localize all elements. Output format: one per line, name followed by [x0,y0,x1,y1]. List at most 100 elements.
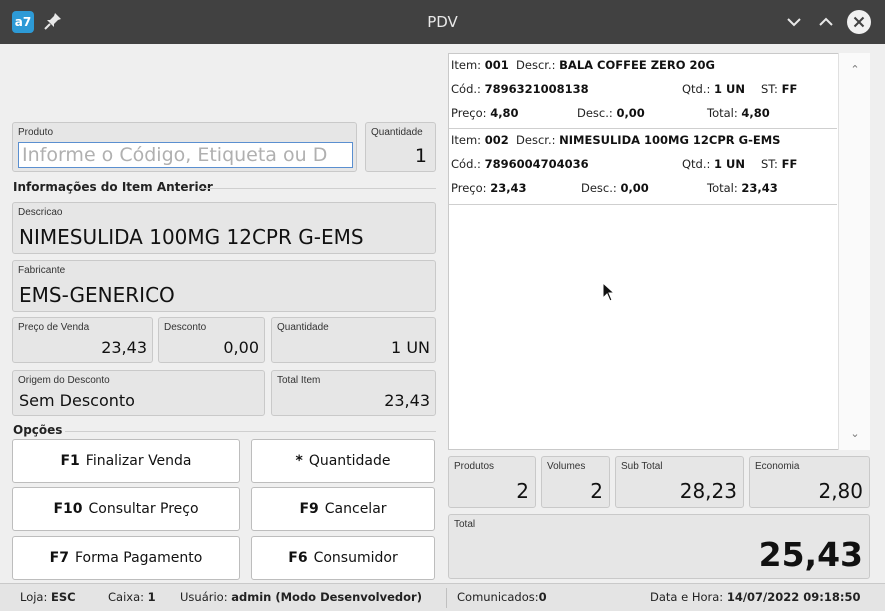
economia-value: 2,80 [818,479,863,503]
desconto-value: 0,00 [223,338,259,357]
quantidade-anterior-value: 1 UN [391,338,430,357]
origem-desconto-box: Origem do Desconto Sem Desconto [12,370,265,416]
quantidade-button[interactable]: * Quantidade [251,439,435,483]
finalizar-venda-button[interactable]: F1 Finalizar Venda [12,439,240,483]
item-description: NIMESULIDA 100MG 12CPR G-EMS [559,133,781,147]
origem-desconto-label: Origem do Desconto [18,375,110,386]
cod-label: Cód.: [451,157,481,171]
list-item[interactable]: Item: 001 Descr.: BALA COFFEE ZERO 20G C… [449,54,837,128]
window-title: PDV [427,13,458,31]
total-value: 25,43 [758,535,863,574]
consumidor-key: F6 [288,550,308,566]
forma-pagamento-key: F7 [49,550,69,566]
item-total: 23,43 [741,181,778,195]
chevron-down-icon[interactable] [782,10,806,34]
desc-label: Desc.: [581,181,617,195]
quantidade-label: Quantidade [371,127,423,138]
qtd-label: Qtd.: [682,82,711,96]
comunicados-label: Comunicados: [457,590,539,604]
fabricante-value: EMS-GENERICO [19,283,175,307]
caixa-label: Caixa: [108,590,144,604]
chevron-up-icon[interactable] [814,10,838,34]
item-number: 002 [484,133,509,147]
item-divider [449,204,837,205]
produto-search-input[interactable] [18,142,353,168]
item-divider [449,128,837,129]
status-caixa: Caixa: 1 [108,590,156,604]
volumes-label: Volumes [547,461,586,472]
descricao-value: NIMESULIDA 100MG 12CPR G-EMS [19,225,364,249]
preco-venda-value: 23,43 [101,338,147,357]
produto-field: Produto [12,122,357,172]
item-qtd: 1 UN [714,82,746,96]
forma-pagamento-button[interactable]: F7 Forma Pagamento [12,536,240,580]
item-st: FF [781,157,798,171]
qtd-label: Qtd.: [682,157,711,171]
items-scrollbar[interactable]: ⌃ ⌄ [838,53,870,450]
close-icon [853,16,865,28]
item-code: 7896004704036 [484,157,589,171]
status-comunicados[interactable]: Comunicados:0 [457,590,547,604]
fabricante-box: Fabricante EMS-GENERICO [12,260,436,312]
comunicados-value: 0 [538,590,547,604]
consultar-preco-button[interactable]: F10 Consultar Preço [12,487,240,531]
loja-label: Loja: [20,590,48,604]
st-label: ST: [761,157,778,171]
item-description: BALA COFFEE ZERO 20G [559,58,715,72]
item-desc: 0,00 [616,106,645,120]
subtotal-value: 28,23 [679,479,737,503]
quantidade-anterior-box: Quantidade 1 UN [271,317,436,363]
cancelar-key: F9 [299,501,319,517]
datahora-value: 14/07/2022 09:18:50 [726,590,861,604]
status-datahora: Data e Hora: 14/07/2022 09:18:50 [650,590,860,604]
title-bar: a7 PDV [0,0,885,44]
descricao-label: Descricao [18,207,63,218]
total-item-label: Total Item [277,375,321,386]
consumidor-button[interactable]: F6 Consumidor [251,536,435,580]
preco-venda-label: Preço de Venda [18,322,90,333]
caixa-value: 1 [147,590,156,604]
cancelar-label: Cancelar [324,501,387,517]
finalizar-venda-label: Finalizar Venda [85,453,192,469]
opcoes-section-title: Opções [13,423,63,437]
consumidor-label: Consumidor [313,550,398,566]
close-button[interactable] [847,10,871,34]
item-label: Item: [451,58,482,72]
item-preco: 4,80 [490,106,519,120]
item-code: 7896321008138 [484,82,589,96]
descr-label: Descr.: [516,133,556,147]
item-st: FF [781,82,798,96]
scroll-up-icon[interactable]: ⌃ [839,57,871,81]
item-preco: 23,43 [490,181,527,195]
finalizar-venda-key: F1 [60,453,80,469]
mouse-cursor-icon [602,282,616,302]
produtos-label: Produtos [454,461,495,472]
item-label: Item: [451,133,482,147]
produto-label: Produto [18,127,54,138]
status-loja: Loja: ESC [20,590,76,604]
quantidade-anterior-label: Quantidade [277,322,329,333]
items-list[interactable]: Item: 001 Descr.: BALA COFFEE ZERO 20G C… [448,53,870,450]
quantidade-key: * [295,453,303,469]
st-label: ST: [761,82,778,96]
cancelar-button[interactable]: F9 Cancelar [251,487,435,531]
status-divider [446,588,447,608]
subtotal-box: Sub Total 28,23 [615,456,744,508]
scroll-down-icon[interactable]: ⌄ [839,421,871,445]
status-bar: Loja: ESC Caixa: 1 Usuário: admin (Modo … [0,583,885,611]
quantidade-box[interactable]: Quantidade 1 [365,122,436,172]
list-item[interactable]: Item: 002 Descr.: NIMESULIDA 100MG 12CPR… [449,130,837,204]
preco-label: Preço: [451,106,487,120]
volumes-box: Volumes 2 [541,456,610,508]
economia-label: Economia [755,461,800,472]
consultar-preco-key: F10 [53,501,83,517]
anterior-section-title: Informações do Item Anterior [13,180,213,194]
desconto-box: Desconto 0,00 [158,317,265,363]
total-label: Total: [707,106,738,120]
produtos-value: 2 [516,479,529,503]
usuario-label: Usuário: [180,590,228,604]
economia-box: Economia 2,80 [749,456,870,508]
subtotal-label: Sub Total [621,461,663,472]
descricao-box: Descricao NIMESULIDA 100MG 12CPR G-EMS [12,202,436,254]
total-box: Total 25,43 [448,514,870,579]
